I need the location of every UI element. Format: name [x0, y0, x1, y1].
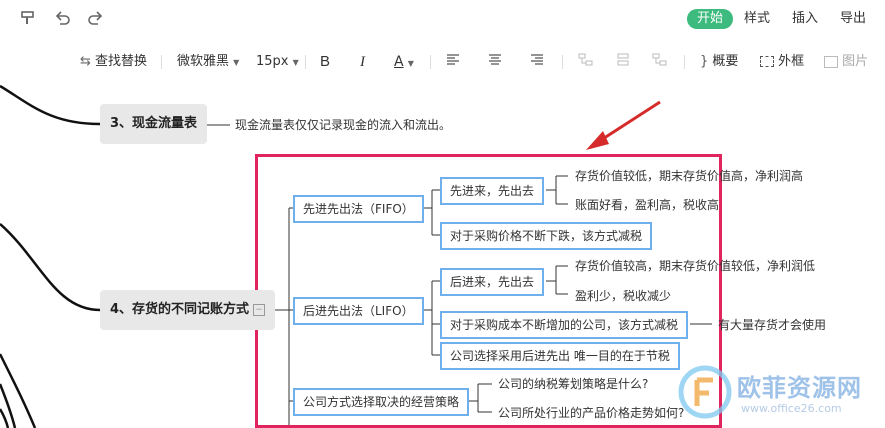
topic-label: 、存货的不同记账方式 [119, 302, 250, 317]
format-painter-icon[interactable] [18, 9, 38, 29]
border-button[interactable]: 外框 [760, 53, 804, 71]
tab-start[interactable]: 开始 [687, 9, 734, 29]
font-color-button[interactable]: A ▼ [394, 53, 414, 71]
caret-down-icon: ▼ [407, 59, 414, 68]
node-lifo-purpose[interactable]: 公司选择采用后进先出 唯一目的在于节税 [440, 342, 680, 370]
node-fifo-detail-a[interactable]: 存货价值较低，期末存货价值高，净利润高 [575, 167, 803, 185]
summary-button[interactable]: } 概要 [700, 53, 738, 71]
node-lifo[interactable]: 后进先出法（LIFO） [293, 297, 424, 325]
node-lifo-last-in[interactable]: 后进来，先出去 [440, 268, 545, 296]
node-strategy-q2[interactable]: 公司所处行业的产品价格走势如何? [498, 404, 684, 422]
image-button[interactable]: 图片 [824, 53, 868, 71]
bold-button[interactable]: B [320, 53, 330, 71]
swap-icon: ⇆ [80, 54, 91, 69]
divider [562, 55, 563, 69]
find-replace-label: 查找替换 [95, 54, 148, 69]
watermark-url: www.office26.com [741, 402, 842, 415]
undo-icon[interactable] [52, 9, 72, 29]
font-label: 微软雅黑 [177, 54, 230, 69]
caret-down-icon: ▼ [292, 58, 299, 67]
font-size-label: 15px [256, 54, 289, 69]
node-fifo[interactable]: 先进先出法（FIFO） [293, 195, 424, 223]
divider [161, 55, 162, 69]
tab-insert[interactable]: 插入 [792, 9, 818, 29]
brace-icon: } [700, 54, 709, 69]
caret-down-icon: ▼ [233, 58, 240, 67]
divider [305, 55, 306, 69]
watermark: 欧菲资源网 www.office26.com [675, 356, 885, 428]
watermark-logo-icon [678, 365, 732, 419]
divider [430, 55, 431, 69]
node-strategy-q1[interactable]: 公司的纳税筹划策略是什么? [498, 375, 648, 393]
topic-cash-flow[interactable]: 3、现金流量表 [100, 104, 208, 144]
tab-style[interactable]: 样式 [744, 9, 770, 29]
watermark-text: 欧菲资源网 [737, 374, 862, 402]
italic-button[interactable]: I [360, 53, 365, 71]
topic-label: 、现金流量表 [119, 116, 198, 131]
image-label: 图片 [842, 54, 869, 69]
font-color-label: A [394, 54, 404, 70]
image-icon [824, 55, 838, 68]
format-toolbar: ⇆ 查找替换 微软雅黑 ▼ 15px ▼ B I A ▼ } 概要 外框 图片 [0, 38, 885, 84]
divider [684, 55, 685, 69]
collapse-icon[interactable]: − [253, 303, 266, 316]
node-fifo-tax[interactable]: 对于采购价格不断下跌，该方式减税 [440, 222, 653, 250]
node-lifo-detail-a[interactable]: 存货价值较高，期末存货价值较低，净利润低 [575, 257, 815, 275]
font-size-select[interactable]: 15px ▼ [256, 53, 299, 71]
redo-icon[interactable] [86, 9, 106, 29]
node-strategy[interactable]: 公司方式选择取决的经营策略 [293, 388, 470, 416]
node-fifo-detail-b[interactable]: 账面好看，盈利高，税收高 [575, 196, 719, 214]
node-lifo-detail-b[interactable]: 盈利少，税收减少 [575, 287, 671, 305]
summary-label: 概要 [712, 54, 739, 69]
topic-inventory[interactable]: 4、存货的不同记账方式 − [100, 290, 276, 330]
topic-number: 4 [110, 302, 120, 317]
border-icon [760, 56, 774, 67]
border-label: 外框 [778, 54, 805, 69]
top-bar: 开始 样式 插入 导出 [0, 0, 885, 39]
node-lifo-tax[interactable]: 对于采购成本不断增加的公司，该方式减税 [440, 311, 689, 339]
node-lifo-tax-note[interactable]: 有大量存货才会使用 [718, 316, 826, 334]
topic-cash-flow-note[interactable]: 现金流量表仅仅记录现金的流入和流出。 [235, 116, 451, 134]
find-replace-button[interactable]: ⇆ 查找替换 [80, 53, 147, 71]
node-fifo-first-in[interactable]: 先进来，先出去 [440, 177, 545, 205]
tab-export[interactable]: 导出 [840, 9, 866, 29]
font-select[interactable]: 微软雅黑 ▼ [177, 53, 239, 71]
topic-number: 3 [110, 116, 120, 131]
